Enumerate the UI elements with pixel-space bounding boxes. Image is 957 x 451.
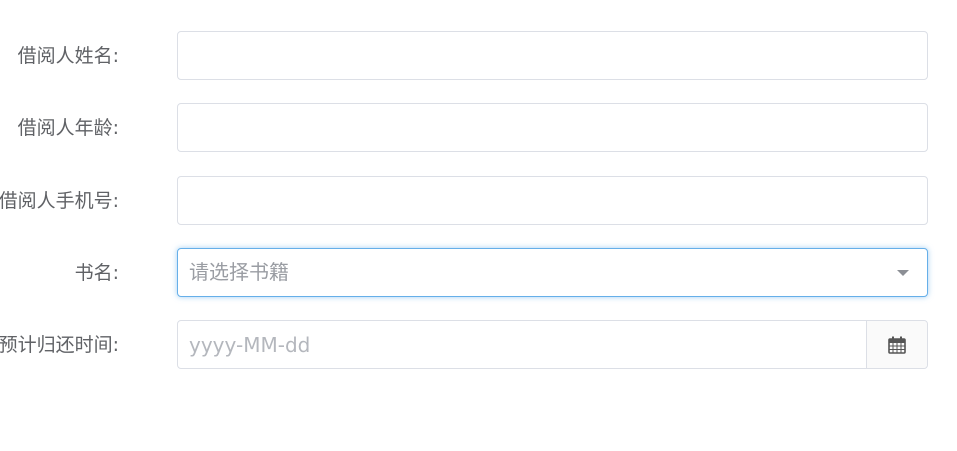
calendar-icon: [888, 336, 906, 354]
borrower-name-input[interactable]: [178, 32, 927, 79]
return-date-label: 预计归还时间:: [0, 334, 119, 356]
borrow-form: 借阅人姓名: 借阅人年龄: 借阅人手机号: 书名: 请选择书籍 预计归还时间:: [0, 0, 957, 451]
return-date-field-wrapper: [177, 320, 928, 369]
book-name-label: 书名:: [74, 262, 119, 284]
borrower-phone-field-wrapper: [177, 176, 928, 225]
chevron-down-icon[interactable]: [897, 270, 909, 276]
borrower-age-label: 借阅人年龄:: [17, 117, 119, 139]
borrower-age-row: 借阅人年龄:: [0, 103, 957, 153]
borrower-phone-row: 借阅人手机号:: [0, 176, 957, 226]
borrower-name-row: 借阅人姓名:: [0, 31, 957, 81]
borrower-phone-label: 借阅人手机号:: [0, 190, 119, 212]
book-name-row: 书名: 请选择书籍: [0, 248, 957, 298]
borrower-name-label: 借阅人姓名:: [17, 45, 119, 67]
book-select-placeholder: 请选择书籍: [189, 260, 289, 284]
borrower-name-field-wrapper: [177, 31, 928, 80]
book-select[interactable]: 请选择书籍: [177, 248, 928, 297]
return-date-input[interactable]: [178, 321, 868, 368]
calendar-button[interactable]: [866, 321, 927, 368]
borrower-age-input[interactable]: [178, 104, 927, 151]
borrower-age-field-wrapper: [177, 103, 928, 152]
borrower-phone-input[interactable]: [178, 177, 927, 224]
return-date-row: 预计归还时间:: [0, 320, 957, 370]
